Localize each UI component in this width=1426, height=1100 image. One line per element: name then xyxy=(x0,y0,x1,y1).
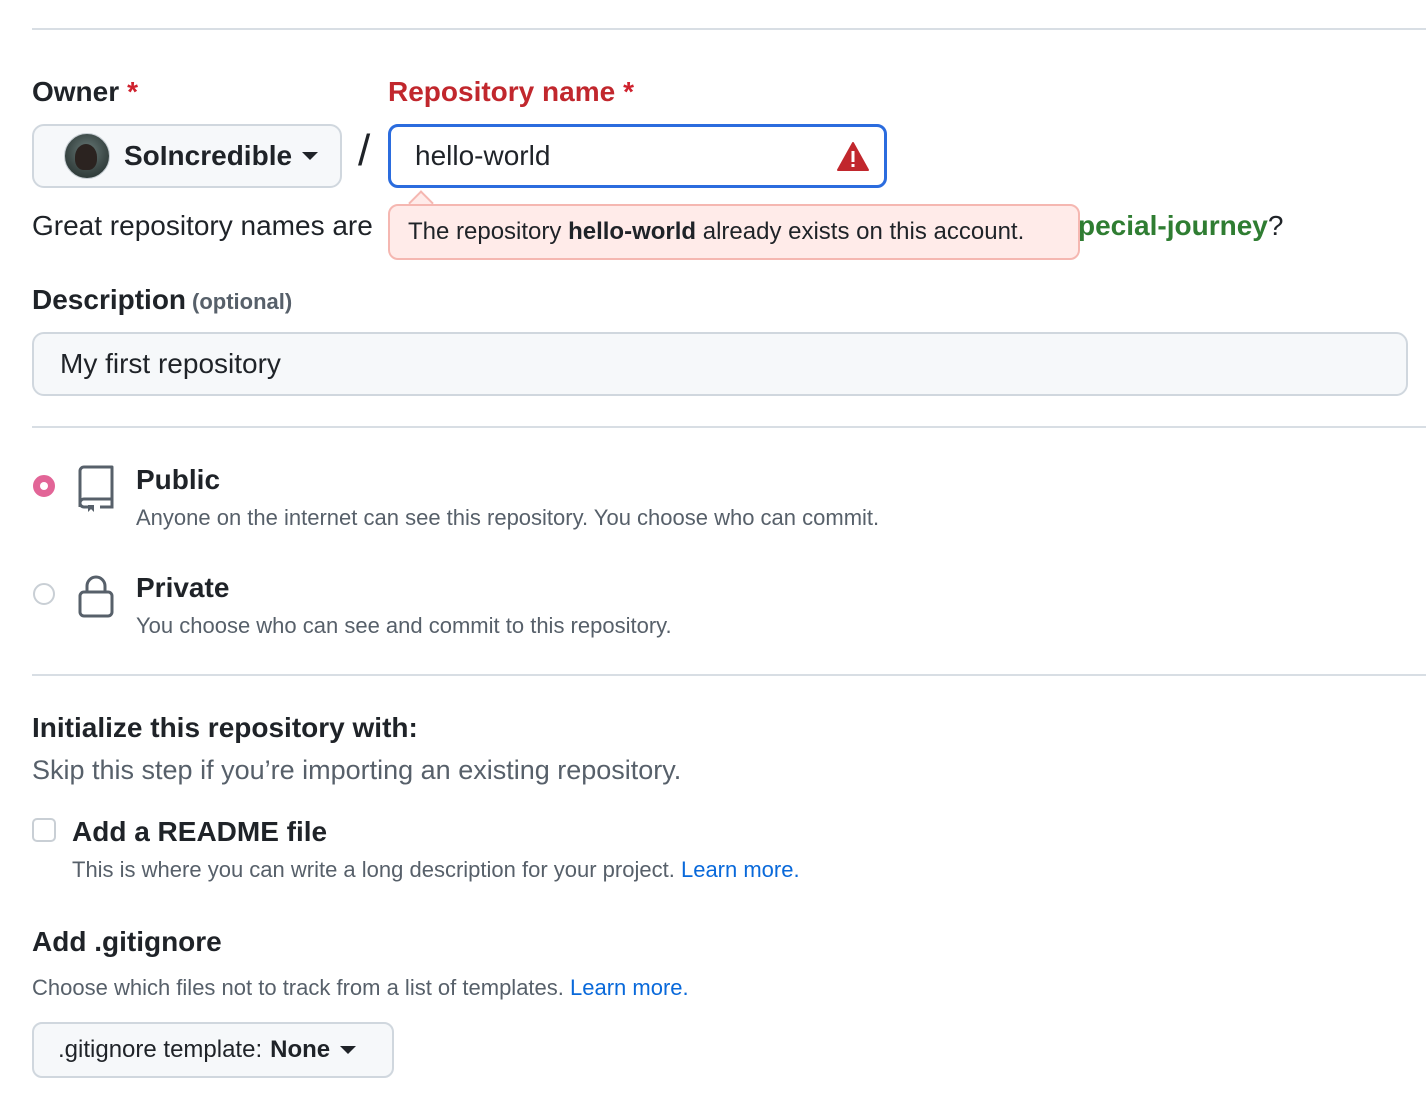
gitignore-desc: Choose which files not to track from a l… xyxy=(32,975,689,1001)
radio-public[interactable] xyxy=(33,475,55,497)
public-desc: Anyone on the internet can see this repo… xyxy=(136,505,880,530)
owner-repo-separator: / xyxy=(358,126,371,175)
repo-name-value: hello-world xyxy=(415,140,551,171)
repo-name-hint: Great repository names are xyxy=(32,210,373,241)
alert-icon xyxy=(837,142,869,171)
description-input[interactable]: My first repository xyxy=(32,332,1408,396)
owner-select-button[interactable]: SoIncredible xyxy=(32,124,342,188)
radio-private[interactable] xyxy=(33,583,55,605)
initialize-title: Initialize this repository with: xyxy=(32,712,418,743)
owner-label-text: Owner xyxy=(32,76,120,107)
chevron-down-icon xyxy=(302,152,319,160)
repo-name-suggestion: pecial-journey? xyxy=(1078,210,1283,242)
gitignore-title: Add .gitignore xyxy=(32,926,222,957)
suggestion-link[interactable]: pecial-journey xyxy=(1078,210,1268,241)
lock-icon xyxy=(78,575,114,618)
readme-learn-more-link[interactable]: Learn more. xyxy=(681,857,800,882)
repo-name-input[interactable]: hello-world xyxy=(388,124,887,188)
readme-desc: This is where you can write a long descr… xyxy=(72,857,800,883)
gitignore-desc-text: Choose which files not to track from a l… xyxy=(32,975,564,1000)
repo-name-label: Repository name * xyxy=(388,76,634,108)
error-text-suffix: already exists on this account. xyxy=(696,218,1025,245)
owner-required-mark: * xyxy=(127,76,139,107)
top-divider xyxy=(32,28,1426,30)
private-desc: You choose who can see and commit to thi… xyxy=(136,613,672,638)
initialize-subtitle: Skip this step if you’re importing an ex… xyxy=(32,755,682,785)
description-label-text: Description xyxy=(32,284,187,315)
gitignore-template-prefix: .gitignore template: xyxy=(58,1036,263,1063)
readme-desc-text: This is where you can write a long descr… xyxy=(72,857,675,882)
error-text-prefix: The repository xyxy=(408,218,569,245)
repo-name-label-text: Repository name xyxy=(388,76,616,107)
owner-label: Owner * xyxy=(32,76,138,108)
divider xyxy=(32,426,1426,428)
description-value: My first repository xyxy=(60,348,281,379)
public-title: Public xyxy=(136,464,221,495)
error-text-name: hello-world xyxy=(568,218,697,245)
gitignore-template-value: None xyxy=(270,1036,331,1063)
description-label: Description (optional) xyxy=(32,284,292,316)
avatar xyxy=(64,133,110,179)
readme-checkbox[interactable] xyxy=(32,818,56,842)
chevron-down-icon xyxy=(340,1046,357,1054)
gitignore-learn-more-link[interactable]: Learn more. xyxy=(570,975,689,1000)
private-title: Private xyxy=(136,572,230,603)
error-tooltip: The repository hello-world already exist… xyxy=(388,204,1080,260)
gitignore-template-button[interactable]: .gitignore template: None xyxy=(32,1022,394,1078)
owner-name: SoIncredible xyxy=(124,140,293,171)
optional-tag: (optional) xyxy=(192,289,293,314)
readme-label[interactable]: Add a README file xyxy=(72,816,327,848)
repo-book-icon xyxy=(78,465,114,512)
divider xyxy=(32,674,1426,676)
repo-name-required-mark: * xyxy=(623,76,635,107)
suggestion-suffix: ? xyxy=(1267,210,1284,241)
